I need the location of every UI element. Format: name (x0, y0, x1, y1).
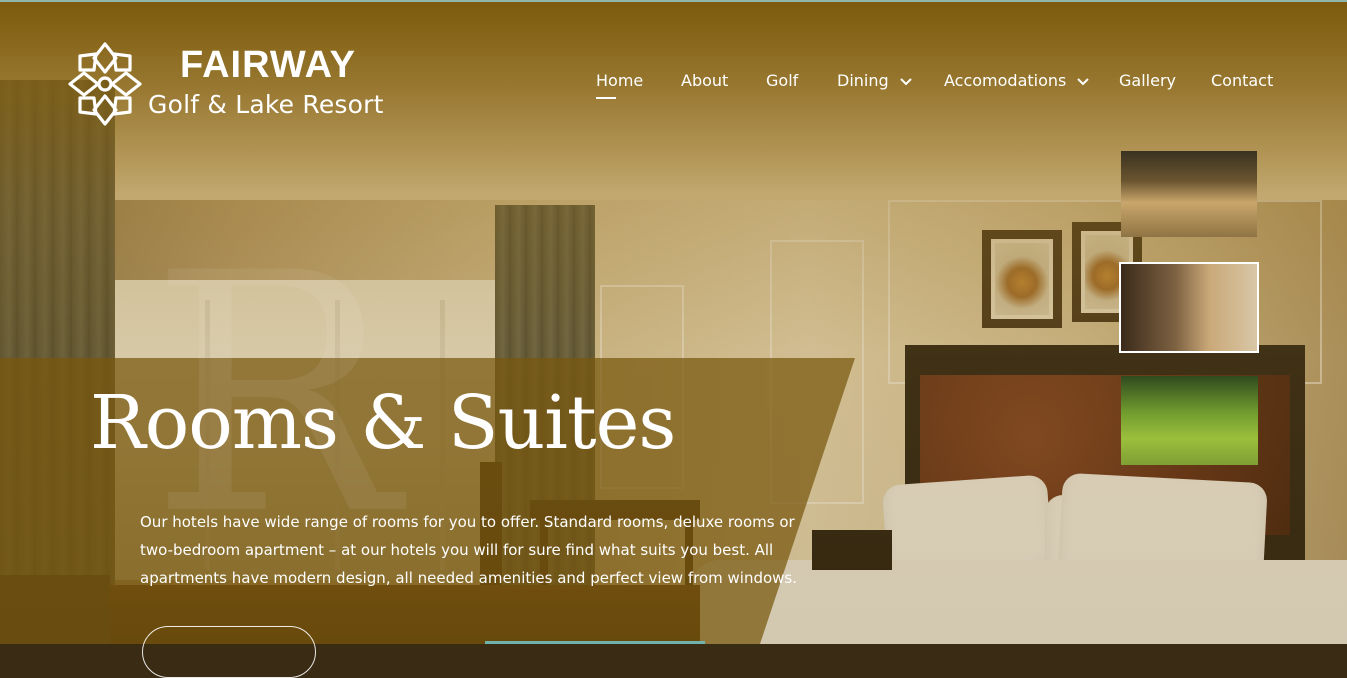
main-nav: Home About Golf Dining Accomodations Gal… (0, 72, 1347, 102)
top-accent-line (0, 0, 1347, 2)
nav-item-contact[interactable]: Contact (1211, 72, 1273, 90)
chevron-down-icon (1077, 77, 1090, 85)
nav-item-accomodations[interactable]: Accomodations (944, 71, 1090, 90)
chevron-down-icon (900, 77, 912, 85)
nav-item-label: About (681, 71, 729, 90)
nav-item-label: Accomodations (944, 71, 1067, 90)
nav-active-indicator (596, 97, 616, 99)
nav-item-label: Golf (766, 71, 799, 90)
nav-item-golf[interactable]: Golf (766, 72, 798, 90)
slide-thumbnail-room[interactable] (1119, 262, 1259, 353)
nav-item-dining[interactable]: Dining (837, 72, 912, 90)
hero-title: Rooms & Suites (90, 380, 676, 466)
hero-description: Our hotels have wide range of rooms for … (140, 513, 798, 587)
nav-item-label: Gallery (1119, 71, 1176, 90)
nav-item-label: Home (596, 71, 644, 90)
nav-item-label: Dining (837, 71, 889, 90)
nav-item-home[interactable]: Home (596, 71, 644, 99)
nav-item-label: Contact (1211, 71, 1274, 90)
nav-item-about[interactable]: About (681, 72, 728, 90)
slide-thumbnail-golf-course[interactable] (1121, 376, 1258, 465)
hero-cta-button[interactable] (142, 626, 316, 678)
nav-item-gallery[interactable]: Gallery (1119, 72, 1176, 90)
slide-thumbnail-dining[interactable] (1121, 151, 1257, 237)
